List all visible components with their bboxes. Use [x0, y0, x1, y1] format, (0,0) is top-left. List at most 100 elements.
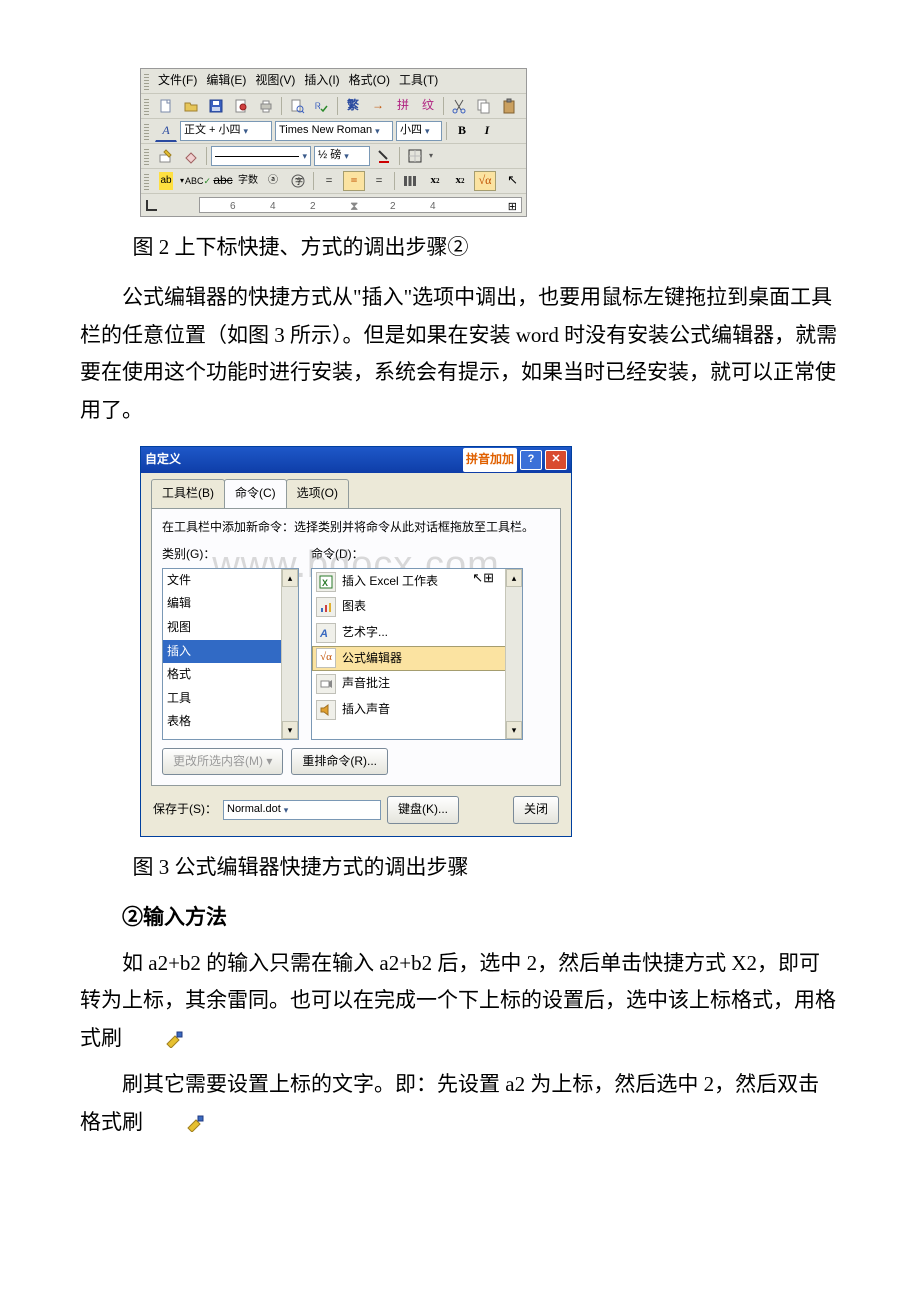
print-icon[interactable] — [255, 96, 277, 116]
copy-icon[interactable] — [473, 96, 495, 116]
command-label: 艺术字... — [342, 622, 388, 644]
equals-icon[interactable]: = — [318, 171, 340, 191]
new-doc-icon[interactable] — [155, 96, 177, 116]
open-icon[interactable] — [180, 96, 202, 116]
category-item[interactable]: 工具 — [163, 687, 298, 711]
print-preview-icon[interactable] — [286, 96, 308, 116]
category-item[interactable]: Web — [163, 734, 298, 740]
eraser-icon[interactable] — [180, 146, 202, 166]
command-label: 图表 — [342, 596, 366, 618]
spellcheck-icon[interactable]: Ꮢ — [311, 96, 333, 116]
category-item[interactable]: 格式 — [163, 663, 298, 687]
font-combo[interactable]: Times New Roman — [275, 121, 393, 141]
cut-icon[interactable] — [448, 96, 470, 116]
category-listbox[interactable]: 文件 编辑 视图 插入 格式 工具 表格 Web 窗口和帮助 绘图 自选图形 ▴ — [162, 568, 299, 740]
menu-edit[interactable]: 编辑(E) — [203, 69, 249, 93]
modify-selection-button[interactable]: 更改所选内容(M) ▾ — [162, 748, 283, 776]
svg-text:Ꮢ: Ꮢ — [315, 101, 321, 111]
svg-text:X: X — [322, 578, 328, 588]
menu-view[interactable]: 视图(V) — [252, 69, 298, 93]
equation-editor-button[interactable]: √α — [474, 171, 496, 191]
close-button[interactable]: 关闭 — [513, 796, 559, 824]
columns-icon[interactable] — [399, 171, 421, 191]
category-item[interactable]: 表格 — [163, 710, 298, 734]
line-weight-combo[interactable]: ½ 磅 — [314, 146, 370, 166]
subscript-button[interactable]: x2 — [449, 171, 471, 191]
indent-marker-icon[interactable]: ⧗ — [350, 196, 358, 218]
scroll-down-icon[interactable]: ▾ — [506, 721, 522, 739]
permission-icon[interactable] — [230, 96, 252, 116]
commands-listbox[interactable]: X 插入 Excel 工作表 图表 A — [311, 568, 523, 740]
dialog-titlebar[interactable]: 自定义 拼音加加 ? ✕ — [141, 447, 571, 473]
toolbar-handle[interactable] — [144, 97, 149, 115]
save-in-combo[interactable]: Normal.dot — [223, 800, 381, 820]
custom-toolbar: ab ▾ ABC✓ abc 字数 ⓐ 字 = = = x2 x2 √α ↖ — [141, 169, 526, 194]
scroll-down-icon[interactable]: ▾ — [282, 721, 298, 739]
command-item-selected[interactable]: √α 公式编辑器 ↖⊞ — [312, 646, 522, 672]
separator — [394, 172, 395, 190]
help-button[interactable]: ? — [520, 450, 542, 470]
superscript-button[interactable]: x2 — [424, 171, 446, 191]
line-style-combo[interactable] — [211, 146, 311, 166]
command-item[interactable]: 插入声音 — [312, 697, 522, 723]
tab-commands[interactable]: 命令(C) — [224, 479, 287, 508]
highlight-icon[interactable]: ab — [155, 171, 177, 191]
font-size-combo[interactable]: 小四 — [396, 121, 442, 141]
menu-format[interactable]: 格式(O) — [346, 69, 393, 93]
ruler-number: 2 — [390, 198, 396, 216]
strikethrough-icon[interactable]: abc — [212, 171, 234, 191]
equals2-icon[interactable]: = — [368, 171, 390, 191]
toolbar-handle[interactable] — [144, 172, 149, 190]
menu-insert[interactable]: 插入(I) — [301, 69, 342, 93]
separator — [446, 122, 447, 140]
menu-tools[interactable]: 工具(T) — [396, 69, 441, 93]
phonetic-icon[interactable]: 拼 — [392, 96, 414, 116]
highlight-equals-icon[interactable]: = — [343, 171, 365, 191]
menu-file[interactable]: 文件(F) — [155, 69, 200, 93]
scroll-up-icon[interactable]: ▴ — [282, 569, 298, 587]
command-item[interactable]: 图表 — [312, 594, 522, 620]
section-heading: ②输入方法 — [80, 899, 840, 937]
keyboard-button[interactable]: 键盘(K)... — [387, 796, 459, 824]
word-count-icon[interactable]: 字数 — [237, 171, 259, 191]
category-item-selected[interactable]: 插入 — [163, 640, 298, 664]
spellcheck-abc-icon[interactable]: ABC✓ — [187, 171, 209, 191]
conv-arrow-icon[interactable]: → — [367, 96, 389, 116]
hint-text: 在工具栏中添加新命令：选择类别并将命令从此对话框拖放至工具栏。 — [162, 517, 550, 539]
char-border-icon[interactable]: 纹 — [417, 96, 439, 116]
enclose-char-icon[interactable]: ⓐ — [262, 171, 284, 191]
border-color-icon[interactable] — [373, 146, 395, 166]
style-combo[interactable]: 正文 + 小四 — [180, 121, 272, 141]
paste-icon[interactable] — [498, 96, 520, 116]
category-item[interactable]: 视图 — [163, 616, 298, 640]
command-item[interactable]: 声音批注 — [312, 671, 522, 697]
bold-button[interactable]: B — [451, 121, 473, 141]
toolbar-handle[interactable] — [144, 122, 149, 140]
ruler[interactable]: 6 4 2 ⧗ 2 4 ⊞ — [141, 194, 526, 216]
category-item[interactable]: 文件 — [163, 569, 298, 593]
tab-options[interactable]: 选项(O) — [286, 479, 349, 508]
rearrange-commands-button[interactable]: 重排命令(R)... — [291, 748, 388, 776]
toolbar-handle[interactable] — [144, 72, 149, 90]
outside-border-icon[interactable] — [404, 146, 426, 166]
scrollbar[interactable]: ▴ ▾ — [281, 569, 298, 739]
tab-toolbars[interactable]: 工具栏(B) — [151, 479, 225, 508]
ime-indicator[interactable]: 拼音加加 — [463, 448, 517, 472]
close-window-button[interactable]: ✕ — [545, 450, 567, 470]
save-icon[interactable] — [205, 96, 227, 116]
command-item[interactable]: A 艺术字... — [312, 620, 522, 646]
italic-button[interactable]: I — [476, 121, 498, 141]
draw-table-icon[interactable] — [155, 146, 177, 166]
scrollbar[interactable]: ▴ ▾ — [505, 569, 522, 739]
scroll-up-icon[interactable]: ▴ — [506, 569, 522, 587]
trad-simp-button[interactable]: 繁 — [342, 96, 364, 116]
excel-icon: X — [316, 572, 336, 592]
styles-pane-icon[interactable]: A — [155, 121, 177, 142]
insert-table-icon[interactable]: ⊞ — [508, 198, 517, 218]
separator — [281, 97, 282, 115]
category-item[interactable]: 编辑 — [163, 592, 298, 616]
char-shading-icon[interactable]: 字 — [287, 171, 309, 191]
toolbar-handle[interactable] — [144, 147, 149, 165]
dropdown-arrow-icon[interactable]: ▾ — [180, 174, 184, 188]
dropdown-arrow-icon[interactable]: ▾ — [429, 149, 433, 163]
